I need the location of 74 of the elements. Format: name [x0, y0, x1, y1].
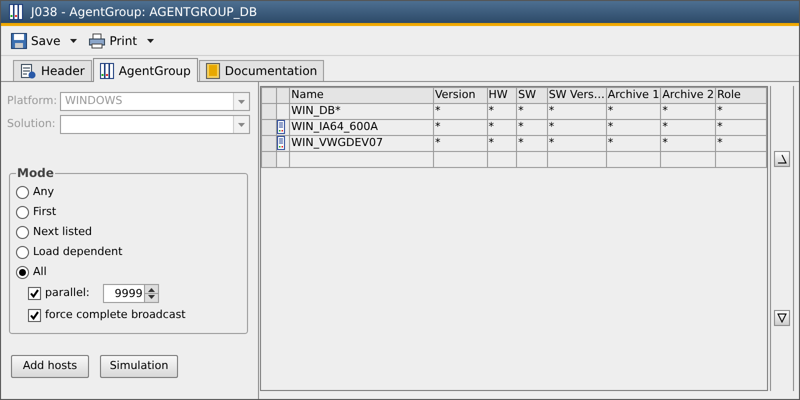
checkbox-label: force complete broadcast	[45, 307, 186, 324]
table-cell: *	[516, 136, 548, 152]
check-icon	[30, 289, 39, 298]
table-cell: *	[487, 104, 517, 120]
window-title: J038 - AgentGroup: AGENTGROUP_DB	[31, 4, 258, 21]
number-spinner[interactable]: 9999	[102, 284, 159, 303]
column-header[interactable]: HW	[487, 88, 517, 104]
column-header[interactable]: SW Vers…	[547, 88, 606, 104]
print-button[interactable]: Print	[87, 28, 156, 52]
column-header[interactable]: SW	[516, 88, 548, 104]
caret-icon	[147, 38, 154, 42]
column-header[interactable]: Archive 1	[606, 88, 661, 104]
radio-button[interactable]	[16, 206, 29, 218]
server-rack-icon	[9, 4, 23, 20]
table-cell: WIN_DB*	[290, 104, 434, 120]
table-cell: *	[433, 120, 487, 136]
table-cell: *	[660, 120, 716, 136]
table-cell: *	[716, 120, 766, 136]
table-cell: *	[516, 120, 548, 136]
table-cell: *	[606, 120, 661, 136]
table-cell: *	[433, 136, 487, 152]
table-cell: *	[547, 104, 606, 120]
column-header[interactable]: Role	[716, 88, 766, 104]
table-cell: *	[660, 104, 716, 120]
column-header[interactable]: Name	[290, 88, 434, 104]
table-cell: *	[547, 136, 606, 152]
radio-button[interactable]	[16, 226, 29, 238]
table-cell: *	[660, 136, 716, 152]
radio-label: All	[33, 264, 47, 280]
tab[interactable]: AgentGroup	[92, 58, 198, 82]
move-down-button[interactable]	[774, 310, 790, 326]
tab[interactable]: Documentation	[198, 60, 324, 81]
checkbox-label: parallel:	[45, 285, 90, 302]
radio-label: Any	[33, 184, 54, 200]
caret-icon	[70, 38, 78, 42]
table-cell: *	[516, 104, 548, 120]
radio-label: Load dependent	[33, 244, 122, 260]
table-cell: WIN_VWGDEV07	[290, 136, 434, 152]
field-label: Solution:	[7, 116, 57, 132]
tab[interactable]: Header	[13, 60, 92, 81]
table-cell: WIN_IA64_600A	[290, 120, 434, 136]
table-cell: *	[487, 120, 517, 136]
server-icon	[278, 136, 286, 150]
document-info-icon	[20, 63, 36, 79]
radio-button[interactable]	[16, 246, 29, 258]
table-cell: *	[716, 104, 766, 120]
table-cell: *	[606, 136, 661, 152]
server-icon	[278, 120, 286, 134]
radio-label: Next listed	[33, 224, 92, 240]
caret-icon	[238, 122, 245, 126]
table-cell: *	[606, 104, 661, 120]
checkbox[interactable]	[28, 287, 41, 300]
table-cell: *	[547, 120, 606, 136]
column-header[interactable]: Version	[433, 88, 487, 104]
group-title: Mode	[16, 165, 55, 182]
radio-label: First	[33, 204, 56, 220]
checkbox[interactable]	[28, 309, 41, 322]
move-up-button[interactable]	[774, 151, 790, 167]
table-cell: *	[487, 136, 517, 152]
radio-button[interactable]	[16, 266, 29, 278]
notebook-icon	[206, 63, 220, 79]
radio-button[interactable]	[16, 186, 29, 198]
check-icon	[30, 311, 39, 320]
action-button[interactable]: Add hosts	[11, 355, 89, 378]
save-button[interactable]: Save	[9, 28, 80, 52]
table-cell: *	[716, 136, 766, 152]
field-label: Platform:	[7, 93, 58, 110]
action-button[interactable]: Simulation	[100, 355, 178, 378]
down-triangle-icon	[777, 313, 787, 323]
table-cell: *	[433, 104, 487, 120]
column-header[interactable]: Archive 2	[660, 88, 716, 104]
caret-icon	[238, 100, 245, 104]
server-rack-icon	[100, 62, 114, 78]
printer-icon	[89, 32, 106, 48]
